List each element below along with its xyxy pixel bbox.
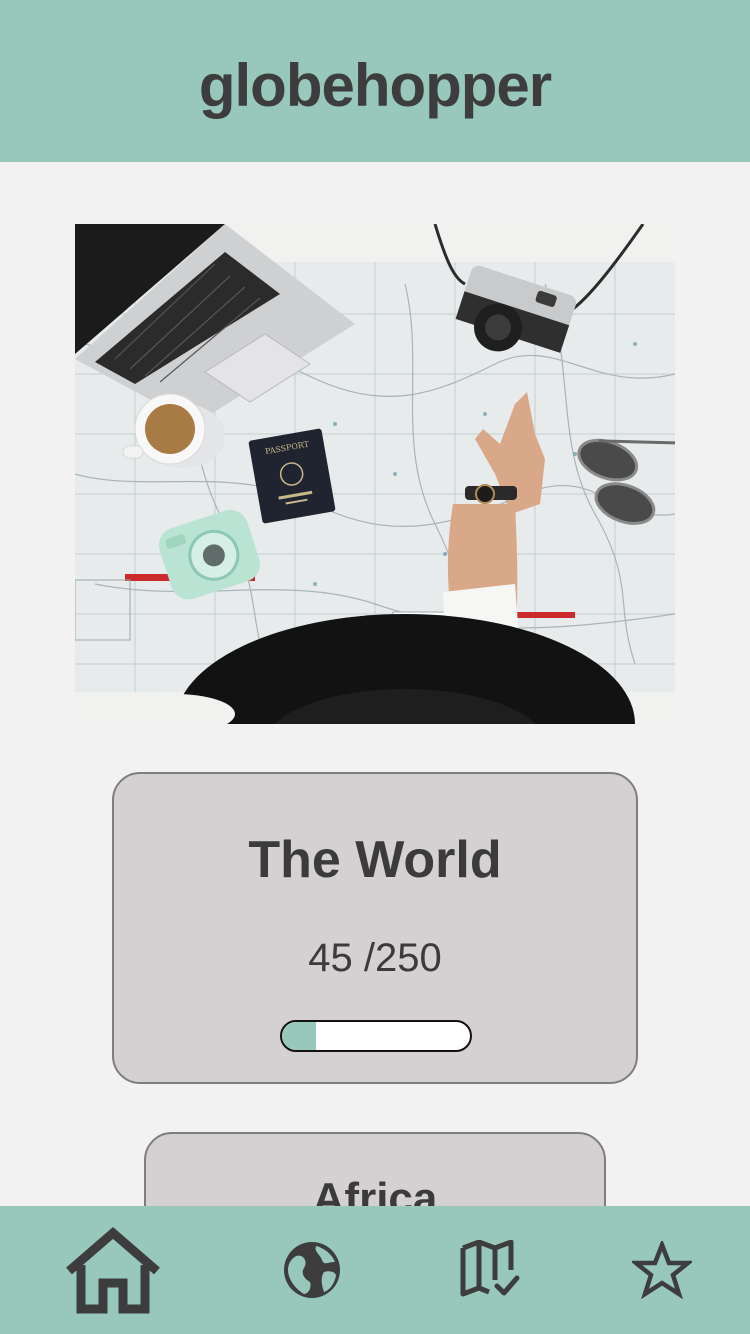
nav-favorites[interactable] xyxy=(612,1206,712,1334)
visited-progress-fill xyxy=(282,1022,316,1050)
app-header: globehopper xyxy=(0,0,750,162)
bottom-nav xyxy=(0,1206,750,1334)
region-card-africa[interactable]: Africa xyxy=(144,1132,606,1206)
nav-explore[interactable] xyxy=(262,1206,362,1334)
region-card-world[interactable]: The World 45 /250 xyxy=(112,772,638,1084)
nav-home[interactable] xyxy=(52,1206,174,1334)
region-name: Africa xyxy=(312,1174,438,1206)
visited-count: 45 /250 xyxy=(308,936,442,980)
main-scroll-area[interactable]: PASSPORT The World 45 /250 Africa xyxy=(0,162,750,1206)
app-title: globehopper xyxy=(198,51,552,119)
map-check-icon xyxy=(460,1240,520,1297)
home-icon xyxy=(66,1227,160,1314)
nav-map[interactable] xyxy=(440,1206,540,1334)
globe-icon xyxy=(284,1242,340,1298)
star-icon xyxy=(632,1241,692,1299)
visited-progress-bar xyxy=(280,1020,472,1052)
region-name: The World xyxy=(248,831,502,889)
hero-image: PASSPORT xyxy=(75,224,675,724)
